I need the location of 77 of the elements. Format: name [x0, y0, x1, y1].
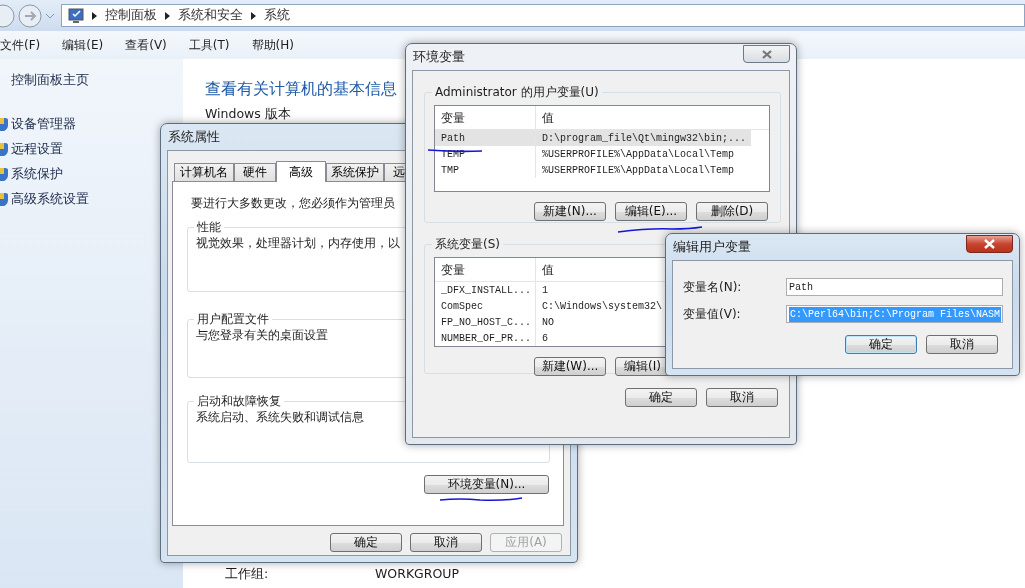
field-label: 变量值(V):	[683, 306, 742, 323]
list-row[interactable]: NUMBER_OF_PR... 6	[435, 330, 769, 346]
shield-icon	[0, 166, 8, 182]
group-title: 启动和故障恢复	[196, 394, 282, 408]
dialog-button[interactable]: 新建(W)...	[534, 357, 606, 376]
variable-name: ComSpec	[435, 298, 536, 314]
list-row[interactable]: TMP %USERPROFILE%\AppData\Local\Temp	[435, 162, 769, 178]
breadcrumb-item[interactable]: 系统	[264, 6, 290, 25]
chevron-icon[interactable]	[92, 11, 97, 20]
group-title: Administrator 的用户变量(U)	[434, 85, 600, 99]
tab[interactable]: 计算机名	[174, 163, 234, 181]
tab[interactable]: 高级	[276, 161, 326, 182]
group-text: 与您登录有关的桌面设置	[196, 327, 328, 344]
sidebar-link[interactable]: 系统保护	[11, 164, 63, 184]
tab[interactable]: 系统保护	[326, 163, 384, 181]
page-heading: 查看有关计算机的基本信息	[205, 78, 397, 100]
window-title: 环境变量	[412, 47, 465, 66]
sidebar-link[interactable]: 高级系统设置	[11, 189, 89, 209]
shield-icon	[0, 116, 8, 132]
variable-value: 6	[541, 331, 548, 346]
group-text: 视觉效果，处理器计划，内存使用，以	[196, 235, 400, 252]
menu-item[interactable]: 查看(V)	[125, 36, 167, 54]
close-icon	[984, 239, 995, 249]
close-icon	[761, 49, 772, 59]
menu-item[interactable]: 帮助(H)	[251, 36, 294, 54]
shield-icon	[0, 141, 8, 157]
field-label: 变量名(N):	[683, 279, 743, 296]
close-button[interactable]	[966, 235, 1013, 253]
menu-item[interactable]: 工具(T)	[188, 36, 230, 54]
section-title: Windows 版本	[205, 107, 291, 121]
column-header: 变量	[435, 106, 536, 129]
tab[interactable]: 硬件	[234, 163, 276, 181]
group-title: 系统变量(S)	[434, 237, 501, 251]
variable-value: C:\Windows\system32\	[541, 299, 663, 314]
group-text: 系统启动、系统失败和调试信息	[196, 409, 364, 426]
window-title: 系统属性	[167, 127, 220, 146]
menu-item[interactable]: 文件(F)	[0, 36, 41, 54]
variable-name: Path	[435, 130, 536, 146]
dialog-button[interactable]: 删除(D)	[696, 202, 768, 221]
breadcrumb-item[interactable]: 控制面板	[105, 6, 157, 25]
sidebar-link[interactable]: 远程设置	[11, 139, 63, 159]
sidebar-link[interactable]: 设备管理器	[11, 114, 76, 134]
variable-value: %USERPROFILE%\AppData\Local\Temp	[541, 163, 735, 178]
breadcrumb-item[interactable]: 系统和安全	[178, 6, 243, 25]
variable-value: %USERPROFILE%\AppData\Local\Temp	[541, 147, 735, 162]
variable-value: NO	[541, 315, 554, 330]
chevron-icon[interactable]	[165, 11, 170, 20]
dialog-button[interactable]: 确定	[330, 533, 402, 552]
dialog-button[interactable]: 编辑(E)...	[615, 202, 687, 221]
variable-name: FP_NO_HOST_C...	[435, 314, 536, 330]
notice-text: 要进行大多数更改，您必须作为管理员	[191, 195, 395, 212]
variable-value: 1	[541, 283, 548, 298]
computer-icon	[68, 7, 84, 24]
field-label: 工作组:	[225, 565, 270, 584]
variable-name: TMP	[435, 162, 536, 178]
dialog-button[interactable]: 取消	[410, 533, 482, 552]
variable-value: D:\program_file\Qt\mingw32\bin;...	[541, 131, 747, 146]
variable-name: NUMBER_OF_PR...	[435, 330, 536, 346]
sidebar-link[interactable]: 控制面板主页	[11, 71, 183, 90]
list-row[interactable]: Path D:\program_file\Qt\mingw32\bin;...	[435, 130, 751, 146]
variable-name: _DFX_INSTALL...	[435, 282, 536, 298]
column-header: 值	[541, 261, 554, 279]
column-header: 值	[541, 109, 554, 127]
shield-icon	[0, 191, 8, 207]
address-bar[interactable]: 控制面板 系统和安全 系统	[61, 4, 1025, 27]
menu-item[interactable]: 编辑(E)	[62, 36, 104, 54]
chevron-icon[interactable]	[251, 11, 256, 20]
dialog-button[interactable]: 取消	[926, 335, 998, 354]
dialog-button[interactable]: 环境变量(N)...	[424, 475, 549, 494]
column-header: 变量	[435, 258, 536, 281]
window-title: 编辑用户变量	[672, 237, 751, 256]
group-title: 性能	[196, 220, 222, 234]
field-value: WORKGROUP	[375, 565, 459, 584]
dialog-button[interactable]: 新建(N)...	[534, 202, 606, 221]
dialog-button[interactable]: 确定	[845, 335, 917, 354]
group-title: 用户配置文件	[196, 312, 270, 326]
input-field[interactable]: Path	[786, 278, 1003, 296]
